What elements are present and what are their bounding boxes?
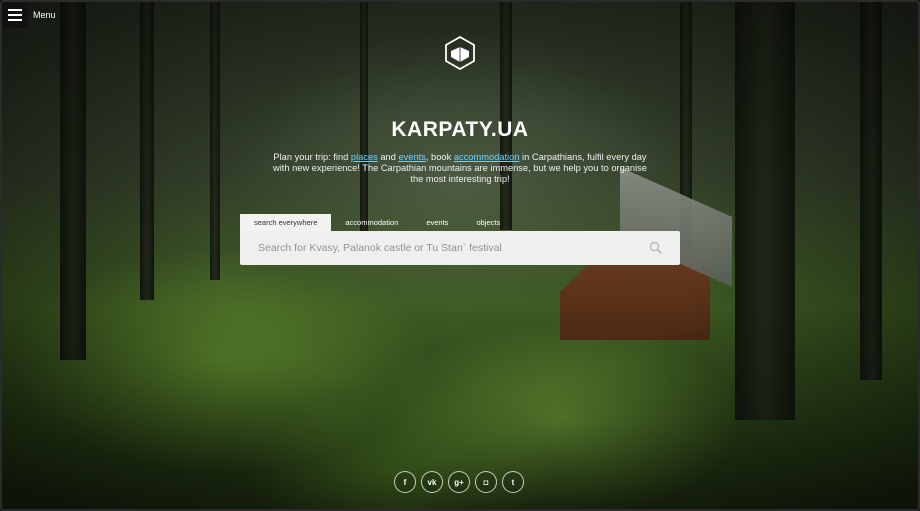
page-frame bbox=[0, 0, 920, 511]
